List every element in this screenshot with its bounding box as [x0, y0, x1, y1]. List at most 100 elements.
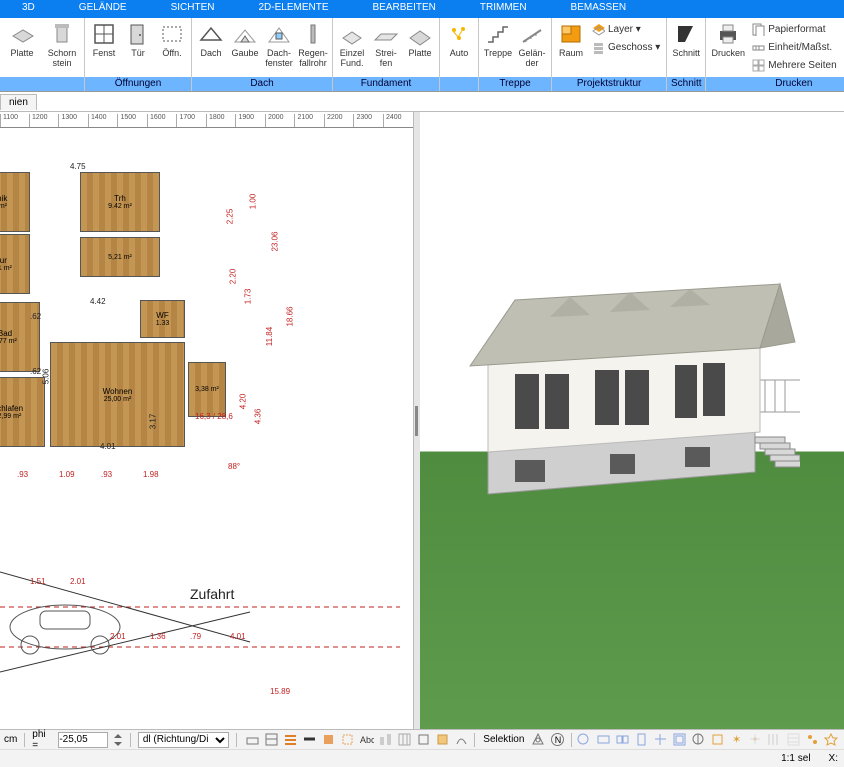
layer-dropdown[interactable]: Layer ▾	[592, 20, 660, 38]
btn-streifen[interactable]: Strei- fen	[369, 20, 403, 70]
btn-raum[interactable]: Raum	[554, 20, 588, 60]
roof-icon	[198, 22, 224, 46]
toolstrip-btn-14[interactable]: N	[549, 731, 566, 748]
btn-gaube[interactable]: Gaube	[228, 20, 262, 60]
toolstrip-btn-18[interactable]	[633, 731, 650, 748]
ruler-tick: 1600	[147, 114, 177, 127]
toolstrip-btn-2[interactable]	[282, 731, 299, 748]
toolstrip-btn-16[interactable]	[595, 731, 612, 748]
btn-dach[interactable]: Dach	[194, 20, 228, 60]
btn-tuer[interactable]: Tür	[121, 20, 155, 60]
toolstrip-btn-24[interactable]	[747, 731, 764, 748]
btn-platte[interactable]: Platte	[2, 20, 42, 60]
ruler-tick: 1300	[58, 114, 88, 127]
btn-dachfenster[interactable]: Dach- fenster	[262, 20, 296, 70]
dimension: 88°	[228, 462, 240, 471]
ruler-tick: 1100	[0, 114, 29, 127]
group-label-5: Treppe	[479, 77, 551, 91]
toolstrip-btn-25[interactable]	[766, 731, 783, 748]
menu-trimmen[interactable]: TRIMMEN	[458, 0, 549, 18]
toolstrip-btn-6[interactable]: Abc	[358, 731, 375, 748]
btn-einzelfund[interactable]: Einzel Fund.	[335, 20, 369, 70]
papierformat[interactable]: Papierformat	[752, 20, 836, 38]
label: Platte	[408, 48, 431, 58]
toolstrip-btn-19[interactable]	[652, 731, 669, 748]
btn-fenster[interactable]: Fenst	[87, 20, 121, 60]
toolstrip-btn-9[interactable]	[415, 731, 432, 748]
ribbon-group-fundament: Einzel Fund. Strei- fen Platte Fundament	[333, 18, 440, 91]
toolstrip-btn-13[interactable]	[530, 731, 547, 748]
menu-sichten[interactable]: SICHTEN	[149, 0, 237, 18]
toolstrip-btn-1[interactable]	[263, 731, 280, 748]
ribbon-group-platten: Platte Schorn stein	[0, 18, 85, 91]
einheit-massstab[interactable]: Einheit/Maßst.	[752, 38, 836, 56]
ruler-tick: 2400	[383, 114, 413, 127]
splitter-handle[interactable]	[415, 406, 418, 436]
menu-3d[interactable]: 3D	[0, 0, 57, 18]
btn-schnitt[interactable]: Schnitt	[669, 20, 703, 60]
room-wohnen: Wohnen25,00 m²	[50, 342, 185, 447]
label: Regen- fallrohr	[298, 48, 328, 68]
unit-icon	[752, 41, 765, 54]
sub-tab[interactable]: nien	[0, 94, 37, 110]
tool-icon: Abc	[359, 732, 374, 747]
btn-oeffnung[interactable]: Öffn.	[155, 20, 189, 60]
menu-bemassen[interactable]: BEMASSEN	[549, 0, 649, 18]
toolstrip-btn-11[interactable]	[453, 731, 470, 748]
toolstrip-btn-21[interactable]	[690, 731, 707, 748]
group-label-2: Dach	[192, 77, 332, 91]
toolstrip-btn-3[interactable]	[301, 731, 318, 748]
ribbon: Platte Schorn stein Fenst Tür Öffn.	[0, 18, 844, 92]
btn-regenfallrohr[interactable]: Regen- fallrohr	[296, 20, 330, 70]
toolstrip-btn-5[interactable]	[339, 731, 356, 748]
geschoss-dropdown[interactable]: Geschoss ▾	[592, 38, 660, 56]
toolstrip-btn-10[interactable]	[434, 731, 451, 748]
toolstrip-btn-15[interactable]	[575, 731, 592, 748]
view-2d[interactable]: 1100120013001400150016001700180019002000…	[0, 112, 414, 729]
dimension: .79	[190, 632, 201, 641]
view-3d[interactable]	[420, 112, 844, 729]
toolstrip-btn-26[interactable]	[785, 731, 802, 748]
toolstrip-btn-12[interactable]: Selektion	[479, 731, 528, 748]
toolstrip-btn-23[interactable]: ✶	[728, 731, 745, 748]
group-label-4	[440, 77, 478, 91]
btn-platte-label: Platte	[10, 48, 33, 58]
dimension: 2.20	[228, 269, 237, 285]
label: Treppe	[484, 48, 512, 58]
menu-gelaende[interactable]: GELÄNDE	[57, 0, 149, 18]
btn-schornstein[interactable]: Schorn stein	[42, 20, 82, 70]
spin-icon[interactable]	[113, 732, 123, 748]
extra[interactable]	[592, 56, 660, 74]
btn-treppe[interactable]: Treppe	[481, 20, 515, 60]
toolstrip-btn-17[interactable]	[614, 731, 631, 748]
ruler-tick: 2000	[265, 114, 295, 127]
toolstrip-btn-7[interactable]	[377, 731, 394, 748]
tool-strip: Abc Selektion N ✶	[244, 731, 840, 748]
opening-icon	[159, 22, 185, 46]
btn-drucken[interactable]: Drucken	[708, 20, 748, 60]
phi-input[interactable]	[58, 732, 108, 748]
menu-2d[interactable]: 2D-ELEMENTE	[237, 0, 351, 18]
railing-icon	[519, 22, 545, 46]
btn-bodenplatte[interactable]: Platte	[403, 20, 437, 60]
mehrere-seiten[interactable]: Mehrere Seiten	[752, 56, 836, 74]
ribbon-group-auto: Auto	[440, 18, 479, 91]
toolstrip-btn-0[interactable]	[244, 731, 261, 748]
toolstrip-btn-20[interactable]	[671, 731, 688, 748]
pad-icon	[339, 22, 365, 46]
ruler-tick: 1400	[88, 114, 118, 127]
dl-select[interactable]: dl (Richtung/Di	[138, 732, 229, 748]
toolstrip-btn-22[interactable]	[709, 731, 726, 748]
menu-bearbeiten[interactable]: BEARBEITEN	[351, 0, 458, 18]
tool-icon	[672, 732, 687, 747]
toolstrip-btn-4[interactable]	[320, 731, 337, 748]
btn-auto[interactable]: Auto	[442, 20, 476, 60]
toolstrip-btn-8[interactable]	[396, 731, 413, 748]
toolstrip-btn-28[interactable]	[823, 731, 840, 748]
ruler-tick: 1500	[117, 114, 147, 127]
tool-icon	[302, 732, 317, 747]
zufahrt-drawing: Zufahrt	[0, 537, 400, 707]
btn-gelaender[interactable]: Gelän- der	[515, 20, 549, 70]
toolstrip-btn-27[interactable]	[804, 731, 821, 748]
room-trh: Trh9.42 m²	[80, 172, 160, 232]
